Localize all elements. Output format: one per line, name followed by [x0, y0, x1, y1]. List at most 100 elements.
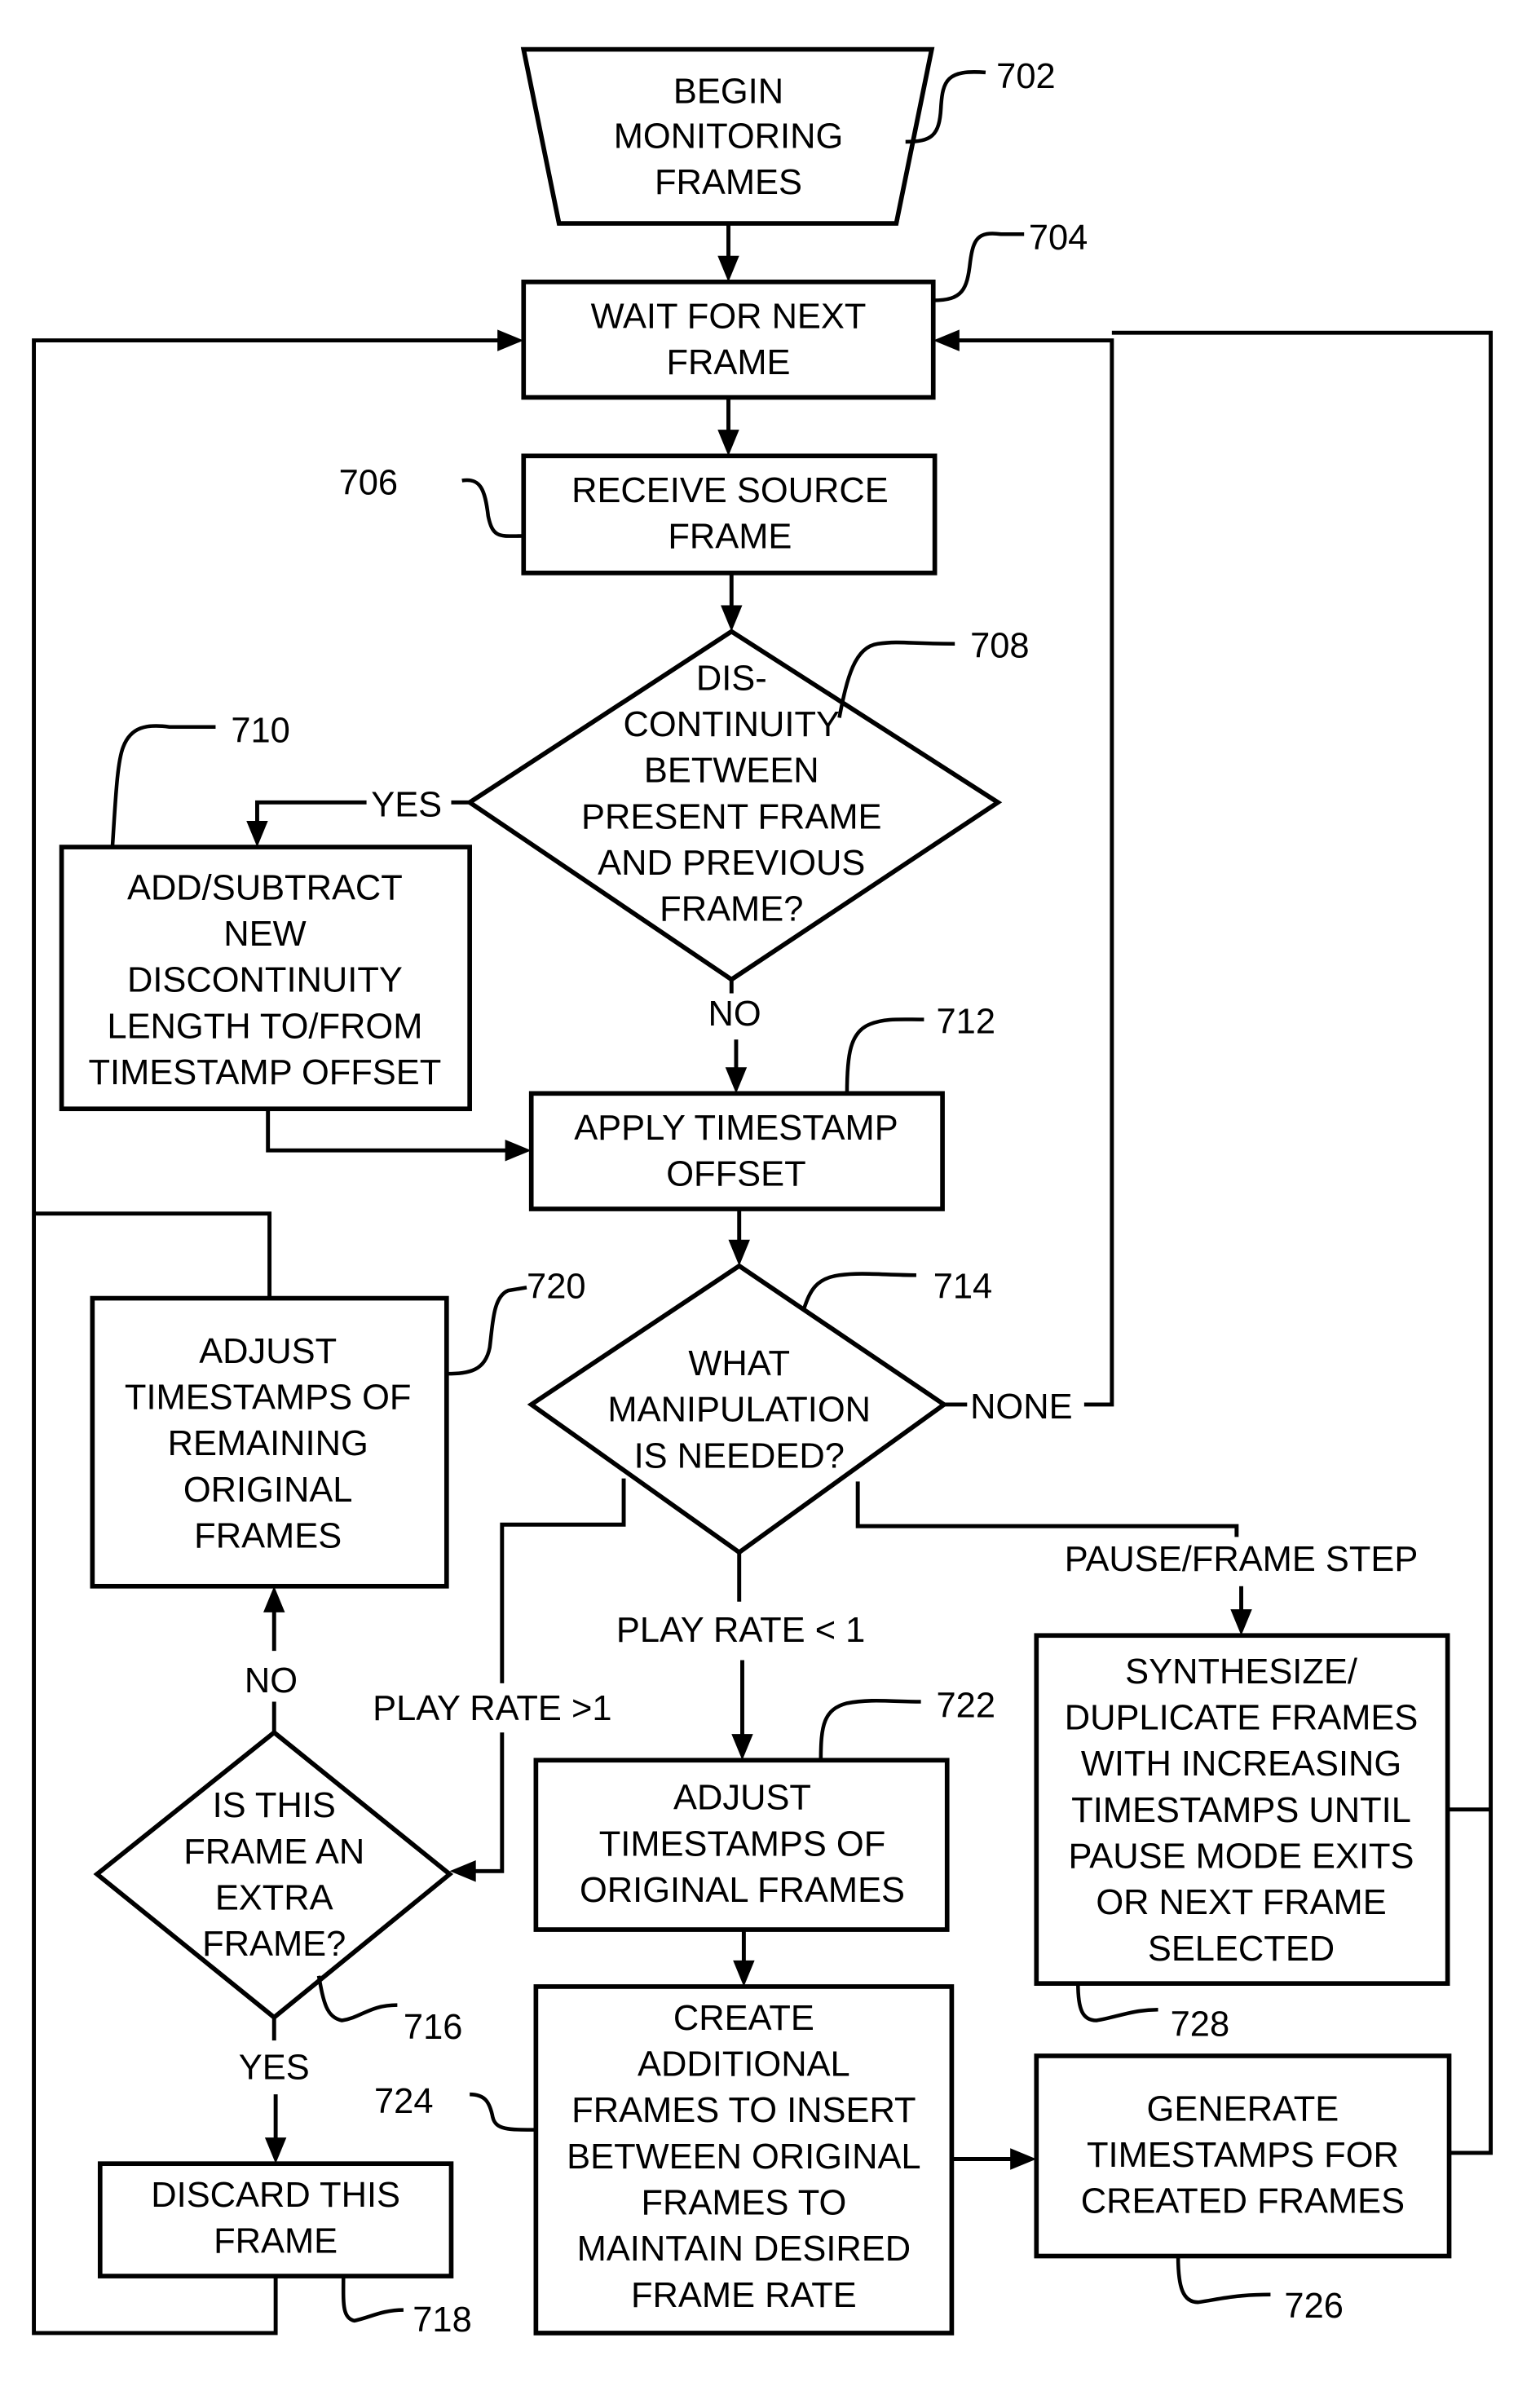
- arrowhead: [717, 430, 739, 457]
- ref-704: 704: [1029, 218, 1088, 258]
- node-722-line-1: ADJUST: [673, 1779, 811, 1818]
- node-724-line-1: CREATE: [673, 1999, 814, 2038]
- leader-716: [316, 1975, 398, 2022]
- node-728-line-2: DUPLICATE FRAMES: [1065, 1698, 1419, 1737]
- ref-708: 708: [970, 627, 1029, 666]
- leader-726: [1176, 2256, 1271, 2305]
- node-714-line-3: IS NEEDED?: [634, 1436, 845, 1475]
- ref-712: 712: [937, 1003, 995, 1042]
- arrowhead: [717, 255, 739, 282]
- node-724-create-additional: CREATE ADDITIONAL FRAMES TO INSERT BETWE…: [533, 1984, 955, 2336]
- node-728-synthesize: SYNTHESIZE/ DUPLICATE FRAMES WITH INCREA…: [1034, 1633, 1450, 1987]
- node-704-wait: WAIT FOR NEXT FRAME: [521, 279, 936, 400]
- ref-718: 718: [413, 2300, 471, 2340]
- node-708-line-6: FRAME?: [660, 890, 803, 929]
- leader-714: [801, 1272, 916, 1310]
- node-708-line-4: PRESENT FRAME: [581, 797, 881, 836]
- leader-704: [933, 232, 1025, 302]
- arrowhead: [1010, 2148, 1037, 2170]
- node-712-apply-offset: APPLY TIMESTAMP OFFSET: [528, 1091, 945, 1211]
- node-702-line-3: FRAMES: [655, 163, 802, 202]
- node-704-line-2: FRAME: [666, 343, 790, 382]
- node-706-line-1: RECEIVE SOURCE: [571, 471, 889, 510]
- edge-label-no-716: NO: [245, 1661, 298, 1700]
- node-724-line-3: FRAMES TO INSERT: [571, 2091, 916, 2130]
- node-702-line-1: BEGIN: [673, 73, 783, 112]
- node-708-line-1: DIS-: [696, 659, 767, 698]
- node-724-line-7: FRAME RATE: [631, 2276, 857, 2315]
- node-714-manipulation-decision: WHAT MANIPULATION IS NEEDED?: [527, 1263, 948, 1555]
- arrowhead: [721, 605, 743, 632]
- edge-label-play-rate-gt1: PLAY RATE >1: [373, 1689, 611, 1728]
- arrowhead: [733, 1960, 755, 1987]
- node-728-line-3: WITH INCREASING: [1081, 1745, 1401, 1784]
- edge-714-play-gt1-b: [472, 1732, 505, 1873]
- node-720-line-2: TIMESTAMPS OF: [125, 1378, 412, 1418]
- ref-726: 726: [1284, 2287, 1343, 2326]
- edge-label-yes-708: YES: [371, 785, 442, 824]
- node-720-line-1: ADJUST: [199, 1332, 337, 1371]
- node-710-add-subtract: ADD/SUBTRACT NEW DISCONTINUITY LENGTH TO…: [59, 845, 472, 1112]
- node-712-line-1: APPLY TIMESTAMP: [574, 1109, 898, 1148]
- ref-720: 720: [527, 1268, 585, 1307]
- ref-716: 716: [404, 2008, 462, 2047]
- node-728-line-1: SYNTHESIZE/: [1125, 1652, 1358, 1692]
- node-726-line-3: CREATED FRAMES: [1081, 2182, 1405, 2221]
- arrowhead: [731, 1734, 753, 1761]
- node-720-adjust-remaining: ADJUST TIMESTAMPS OF REMAINING ORIGINAL …: [90, 1295, 449, 1589]
- leader-708: [837, 640, 955, 718]
- node-708-line-2: CONTINUITY: [624, 705, 840, 744]
- node-720-line-5: FRAMES: [194, 1517, 342, 1556]
- node-702-begin: BEGIN MONITORING FRAMES: [520, 46, 935, 226]
- leader-722: [819, 1698, 921, 1761]
- edge-714-pause: [855, 1481, 1239, 1537]
- flowchart: BEGIN MONITORING FRAMES 702 WAIT FOR NEX…: [32, 46, 1494, 2340]
- arrowhead: [497, 329, 524, 351]
- edge-720-loop: [33, 1211, 272, 1299]
- leader-712: [845, 1017, 924, 1094]
- node-708-discontinuity-decision: DIS- CONTINUITY BETWEEN PRESENT FRAME AN…: [466, 629, 1003, 982]
- node-716-line-2: FRAME AN: [183, 1833, 364, 1872]
- node-704-line-1: WAIT FOR NEXT: [591, 297, 867, 336]
- edge-label-play-rate-lt1: PLAY RATE < 1: [616, 1611, 865, 1650]
- arrowhead: [246, 820, 268, 848]
- node-722-line-3: ORIGINAL FRAMES: [580, 1871, 905, 1910]
- leader-710: [110, 724, 216, 848]
- leader-706: [461, 478, 524, 538]
- node-710-line-4: LENGTH TO/FROM: [107, 1007, 422, 1046]
- node-714-line-1: WHAT: [688, 1344, 790, 1383]
- node-722-adjust-original: ADJUST TIMESTAMPS OF ORIGINAL FRAMES: [533, 1758, 950, 1932]
- ref-706: 706: [339, 464, 398, 503]
- node-716-line-1: IS THIS: [213, 1786, 336, 1825]
- node-708-line-3: BETWEEN: [644, 752, 819, 791]
- leader-718: [341, 2276, 404, 2323]
- leader-720: [446, 1286, 527, 1376]
- ref-728: 728: [1171, 2005, 1229, 2044]
- node-722-line-2: TIMESTAMPS OF: [599, 1824, 886, 1864]
- node-720-line-3: REMAINING: [168, 1424, 368, 1463]
- edge-714-none-b: [955, 338, 1114, 1407]
- arrowhead: [933, 329, 960, 351]
- arrowhead: [263, 1586, 285, 1612]
- edge-708-yes-b: [255, 800, 367, 827]
- node-718-line-1: DISCARD THIS: [151, 2176, 400, 2215]
- node-724-line-4: BETWEEN ORIGINAL: [567, 2137, 920, 2177]
- node-716-extra-frame-decision: IS THIS FRAME AN EXTRA FRAME?: [93, 1729, 454, 2021]
- arrowhead: [264, 2137, 287, 2164]
- node-714-line-2: MANIPULATION: [607, 1391, 871, 1430]
- ref-702: 702: [996, 57, 1055, 96]
- node-702-line-2: MONITORING: [614, 117, 844, 156]
- edge-label-pause-frame-step: PAUSE/FRAME STEP: [1065, 1540, 1419, 1579]
- ref-722: 722: [937, 1686, 995, 1725]
- leader-724: [470, 2092, 536, 2132]
- edge-710-712: [266, 1109, 512, 1153]
- node-724-line-2: ADDITIONAL: [638, 2045, 850, 2084]
- node-726-line-1: GENERATE: [1147, 2089, 1339, 2128]
- node-718-discard: DISCARD THIS FRAME: [97, 2161, 454, 2278]
- node-708-line-5: AND PREVIOUS: [598, 844, 865, 883]
- node-710-line-1: ADD/SUBTRACT: [127, 868, 403, 907]
- arrowhead: [505, 1139, 532, 1162]
- node-718-line-2: FRAME: [214, 2222, 338, 2261]
- edge-label-none: NONE: [970, 1387, 1073, 1427]
- node-728-line-4: TIMESTAMPS UNTIL: [1071, 1791, 1411, 1830]
